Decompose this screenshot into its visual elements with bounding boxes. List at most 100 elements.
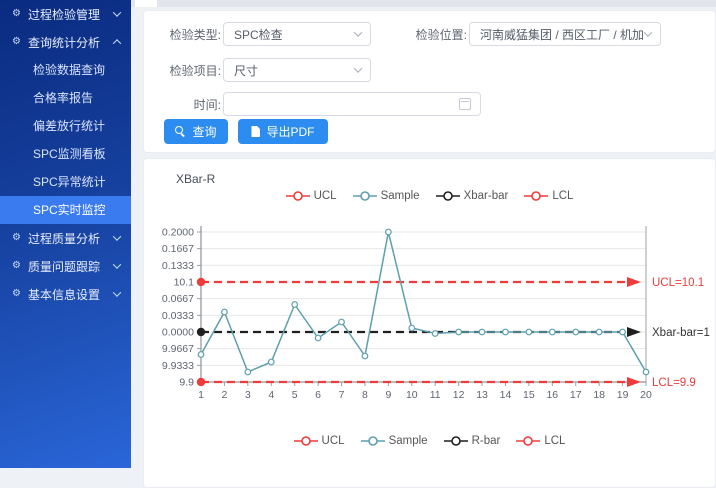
x-axis-label: 8	[362, 389, 368, 401]
sidebar-item-偏差放行统计[interactable]: 偏差放行统计	[0, 112, 131, 140]
sample-point	[292, 302, 298, 308]
sidebar-group-label: 过程质量分析	[28, 230, 100, 247]
inspection-location-select[interactable]: 河南威猛集团 / 西区工厂 / 机加	[469, 22, 661, 46]
y-axis-label: 10.2000	[161, 227, 194, 239]
legend-item-sample[interactable]: Sample	[353, 190, 420, 202]
sample-point	[526, 329, 532, 335]
sample-point	[315, 335, 321, 341]
query-button-label: 查询	[192, 123, 216, 140]
chevron-down-icon	[644, 28, 652, 36]
sample-point	[245, 369, 251, 375]
x-axis-label: 13	[476, 389, 488, 401]
inspection-type-label: 检验类型:	[151, 23, 221, 47]
legend-item-ucl[interactable]: UCL	[286, 190, 337, 202]
top-tab-strip	[131, 0, 716, 7]
inspection-location-label: 检验位置:	[397, 23, 467, 47]
chevron-down-icon	[113, 288, 121, 296]
sample-point	[643, 369, 649, 375]
gear-icon: ⚙	[12, 37, 21, 47]
gear-icon: ⚙	[12, 9, 21, 19]
legend-item-xbar-bar[interactable]: Xbar-bar	[436, 190, 509, 202]
inspection-location-value: 河南威猛集团 / 西区工厂 / 机加	[480, 26, 644, 43]
ucl-arrow-icon	[627, 277, 641, 287]
x-axis-label: 3	[245, 389, 251, 401]
xbar-chart-svg: 10.200010.166710.133310.110.066710.03331…	[161, 219, 716, 415]
sample-point	[268, 359, 274, 365]
sample-point	[573, 329, 579, 335]
sidebar-item-SPC异常统计[interactable]: SPC异常统计	[0, 168, 131, 196]
chevron-down-icon	[354, 28, 362, 36]
sidebar-group-4[interactable]: ⚙基本信息设置	[0, 280, 131, 308]
x-axis-label: 19	[617, 389, 629, 401]
legend-item-sample[interactable]: Sample	[361, 435, 428, 447]
x-axis-label: 7	[339, 389, 345, 401]
export-pdf-button[interactable]: 导出PDF	[238, 119, 328, 144]
xbar-r-chart-card: XBar-R UCLSampleXbar-barLCL 10.200010.16…	[143, 158, 716, 488]
calendar-icon	[459, 98, 471, 110]
legend-item-lcl[interactable]: LCL	[524, 190, 573, 202]
x-axis-label: 4	[268, 389, 274, 401]
x-axis-label: 1	[198, 389, 204, 401]
inspection-item-value: 尺寸	[234, 62, 258, 79]
legend-marker-icon	[524, 191, 548, 201]
legend-item-r-bar[interactable]: R-bar	[444, 435, 501, 447]
sidebar-item-SPC实时监控[interactable]: SPC实时监控	[0, 196, 131, 224]
sidebar-item-合格率报告[interactable]: 合格率报告	[0, 84, 131, 112]
sidebar-group-3[interactable]: ⚙质量问题跟踪	[0, 252, 131, 280]
ucl-value-label: UCL=10.1	[652, 277, 704, 289]
x-axis-label: 18	[593, 389, 605, 401]
sidebar-group-label: 质量问题跟踪	[28, 258, 100, 275]
x-axis-label: 11	[430, 389, 441, 401]
sample-point	[362, 353, 368, 359]
y-axis-label: 10.1333	[161, 260, 194, 272]
xbar-bar-start-dot	[197, 328, 205, 336]
lcl-arrow-icon	[627, 377, 641, 387]
search-icon	[175, 126, 186, 137]
r-chart-legend: UCL Sample R-bar LCL	[144, 435, 715, 447]
ucl-start-dot	[197, 278, 205, 286]
y-axis-label: 9.9333	[162, 360, 194, 372]
sample-point	[550, 329, 556, 335]
time-label: 时间:	[151, 93, 221, 117]
sidebar-item-SPC监测看板[interactable]: SPC监测看板	[0, 140, 131, 168]
sidebar-group-2[interactable]: ⚙ 过程质量分析	[0, 224, 131, 252]
sample-point	[479, 329, 485, 335]
legend-marker-icon	[353, 191, 377, 201]
legend-item-ucl[interactable]: UCL	[294, 435, 345, 447]
time-input[interactable]	[223, 92, 481, 116]
xbar-chart-plot: 10.200010.166710.133310.110.066710.03331…	[161, 219, 716, 415]
active-tab-sliver	[135, 0, 157, 7]
inspection-type-value: SPC检查	[234, 26, 283, 43]
x-axis-label: 16	[546, 389, 558, 401]
chevron-down-icon	[354, 64, 362, 72]
inspection-item-label: 检验项目:	[151, 59, 221, 83]
chevron-down-icon	[113, 8, 121, 16]
legend-marker-icon	[361, 436, 385, 446]
filter-form-card: 检验类型: SPC检查 检验位置: 河南威猛集团 / 西区工厂 / 机加 检验项…	[143, 10, 716, 153]
x-axis-label: 14	[500, 389, 512, 401]
sample-point	[386, 229, 392, 235]
query-button[interactable]: 查询	[164, 119, 228, 144]
sidebar-item-检验数据查询[interactable]: 检验数据查询	[0, 56, 131, 84]
chevron-down-icon	[113, 260, 121, 268]
document-icon	[251, 126, 260, 137]
sample-point	[222, 309, 228, 315]
gear-icon: ⚙	[12, 233, 21, 243]
legend-item-lcl[interactable]: LCL	[516, 435, 565, 447]
legend-marker-icon	[286, 191, 310, 201]
y-axis-label: 10.0000	[161, 327, 194, 339]
legend-marker-icon	[294, 436, 318, 446]
inspection-type-select[interactable]: SPC检查	[223, 22, 371, 46]
y-axis-label: 10.1	[174, 277, 195, 289]
inspection-item-select[interactable]: 尺寸	[223, 58, 371, 82]
sample-point	[339, 319, 345, 325]
sample-point	[432, 331, 438, 337]
x-axis-label: 2	[221, 389, 227, 401]
x-axis-label: 10	[406, 389, 418, 401]
sidebar-group-0[interactable]: ⚙过程检验管理	[0, 0, 131, 28]
sidebar-group-1[interactable]: ⚙查询统计分析	[0, 28, 131, 56]
chevron-up-icon	[113, 39, 121, 47]
x-axis-label: 17	[570, 389, 582, 401]
x-axis-label: 5	[292, 389, 298, 401]
xbar-chart-legend: UCL Sample Xbar-bar LCL	[144, 190, 715, 202]
